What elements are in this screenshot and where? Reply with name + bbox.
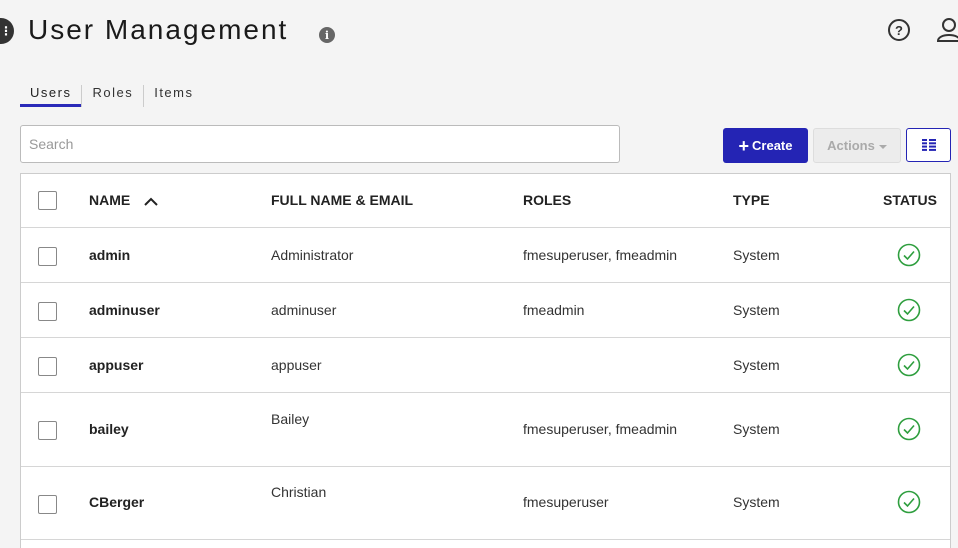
create-button[interactable]: + Create bbox=[723, 128, 808, 163]
row-roles: fmesuperuser, fmeadmin bbox=[523, 421, 678, 437]
page-title: User Management bbox=[28, 14, 289, 45]
row-roles: fmesuperuser bbox=[523, 494, 609, 510]
table-header-row: NAME FULL NAME & EMAIL ROLES TYPE STATUS bbox=[21, 174, 950, 228]
column-view-button[interactable] bbox=[906, 128, 951, 162]
column-header-status[interactable]: STATUS bbox=[883, 192, 937, 208]
row-full-name: appuser bbox=[271, 357, 322, 373]
nav-toggle-button[interactable]: ⋮ bbox=[0, 18, 14, 44]
column-header-name[interactable]: NAME bbox=[89, 192, 158, 208]
row-full-name: Bailey bbox=[271, 411, 310, 427]
row-type: System bbox=[733, 421, 780, 437]
sort-ascending-icon bbox=[144, 197, 158, 206]
info-icon[interactable]: i bbox=[319, 27, 335, 43]
create-button-label: Create bbox=[752, 138, 793, 153]
row-type: System bbox=[733, 302, 780, 318]
status-check-icon bbox=[897, 417, 921, 441]
table-row-partial bbox=[21, 540, 950, 548]
status-check-icon bbox=[897, 298, 921, 322]
row-full-name: Administrator bbox=[271, 247, 354, 263]
row-checkbox[interactable] bbox=[38, 302, 57, 321]
row-name[interactable]: bailey bbox=[89, 421, 129, 437]
user-account-icon[interactable] bbox=[936, 17, 958, 43]
row-type: System bbox=[733, 494, 780, 510]
table-row[interactable]: admin Administrator fmesuperuser, fmeadm… bbox=[21, 228, 950, 283]
search-input[interactable] bbox=[20, 125, 620, 163]
row-name[interactable]: adminuser bbox=[89, 302, 160, 318]
row-full-name: adminuser bbox=[271, 302, 337, 318]
row-type: System bbox=[733, 357, 780, 373]
dots-icon: ⋮ bbox=[0, 24, 12, 38]
help-icon[interactable]: ? bbox=[888, 19, 910, 41]
column-header-full-name-email[interactable]: FULL NAME & EMAIL bbox=[271, 192, 413, 208]
row-full-name: Christian bbox=[271, 484, 327, 500]
column-header-name-label: NAME bbox=[89, 192, 131, 208]
row-name[interactable]: CBerger bbox=[89, 494, 144, 510]
row-checkbox[interactable] bbox=[38, 421, 57, 440]
tab-bar: Users Roles Items bbox=[20, 85, 204, 107]
select-all-checkbox[interactable] bbox=[38, 191, 57, 210]
row-type: System bbox=[733, 247, 780, 263]
actions-button[interactable]: Actions bbox=[813, 128, 901, 163]
row-checkbox[interactable] bbox=[38, 495, 57, 514]
column-header-roles[interactable]: ROLES bbox=[523, 192, 571, 208]
table-row[interactable]: adminuser adminuser fmeadmin System bbox=[21, 283, 950, 338]
status-check-icon bbox=[897, 353, 921, 377]
users-table: NAME FULL NAME & EMAIL ROLES TYPE STATUS… bbox=[20, 173, 951, 548]
row-name[interactable]: appuser bbox=[89, 357, 143, 373]
plus-icon: + bbox=[738, 135, 750, 156]
status-check-icon bbox=[897, 490, 921, 514]
row-roles: fmesuperuser, fmeadmin bbox=[523, 247, 678, 263]
row-name[interactable]: admin bbox=[89, 247, 130, 263]
column-header-type[interactable]: TYPE bbox=[733, 192, 770, 208]
row-checkbox[interactable] bbox=[38, 357, 57, 376]
table-row[interactable]: CBerger Christian fmesuperuser System bbox=[21, 467, 950, 540]
caret-down-icon bbox=[878, 144, 887, 149]
status-check-icon bbox=[897, 243, 921, 267]
table-row[interactable]: appuser appuser System bbox=[21, 338, 950, 393]
table-row[interactable]: bailey Bailey fmesuperuser, fmeadmin Sys… bbox=[21, 393, 950, 467]
tab-items[interactable]: Items bbox=[143, 85, 203, 107]
column-list-icon bbox=[921, 139, 936, 151]
row-checkbox[interactable] bbox=[38, 247, 57, 266]
actions-button-label: Actions bbox=[827, 138, 875, 153]
tab-roles[interactable]: Roles bbox=[81, 85, 143, 107]
tab-users[interactable]: Users bbox=[20, 85, 82, 107]
row-roles: fmeadmin bbox=[523, 302, 585, 318]
